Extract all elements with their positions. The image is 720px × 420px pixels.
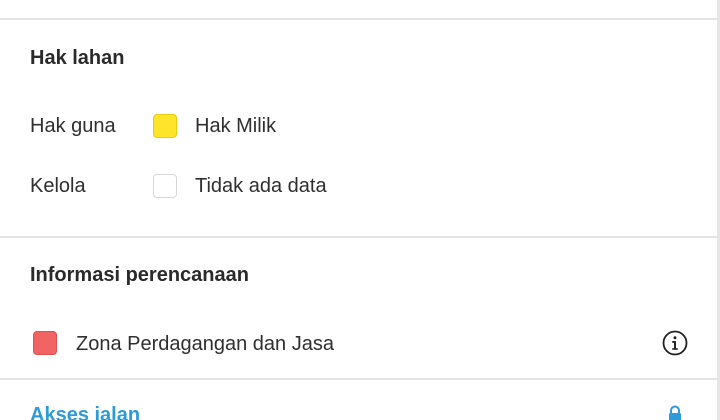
land-info-panel: Hak lahan Hak guna Hak Milik Kelola Tida… — [0, 0, 720, 420]
swatch-tidak-ada-data — [153, 174, 177, 198]
zone-label: Zona Perdagangan dan Jasa — [76, 333, 334, 355]
row-label-hak-guna: Hak guna — [30, 115, 116, 137]
legend-hak-milik: Hak Milik — [195, 115, 277, 137]
divider-middle — [0, 236, 717, 238]
row-label-kelola: Kelola — [30, 175, 86, 197]
divider-top — [0, 18, 717, 20]
swatch-zona-perdagangan — [33, 331, 57, 355]
planning-info-title: Informasi perencanaan — [30, 264, 249, 286]
legend-tidak-ada-data: Tidak ada data — [195, 175, 327, 197]
road-access-title[interactable]: Akses jalan — [30, 404, 140, 420]
divider-bottom — [0, 378, 717, 380]
info-circle-icon[interactable] — [662, 330, 688, 356]
previous-section-remnant — [0, 0, 717, 19]
lock-icon — [666, 405, 684, 420]
land-rights-title: Hak lahan — [30, 47, 125, 69]
swatch-hak-milik — [153, 114, 177, 138]
